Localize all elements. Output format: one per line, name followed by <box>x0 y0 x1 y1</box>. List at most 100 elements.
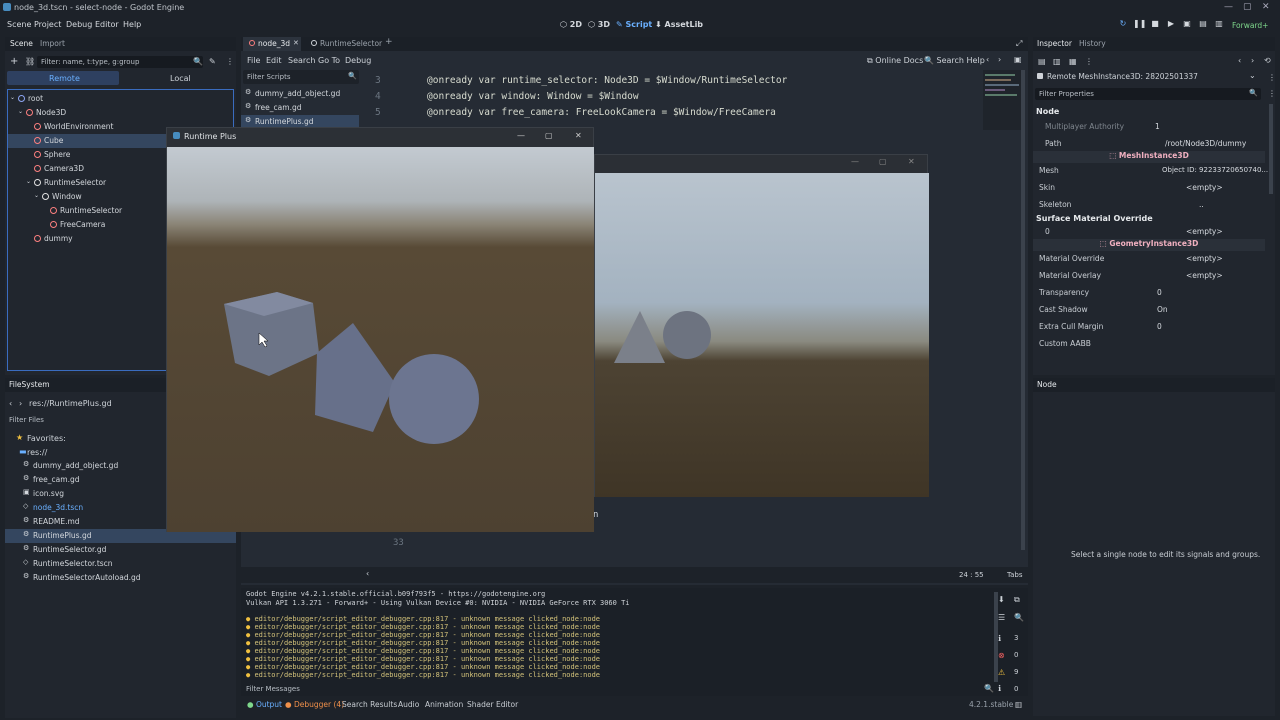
stop-icon[interactable]: ■ <box>1149 19 1161 31</box>
tab-animation[interactable]: Animation <box>425 700 463 709</box>
code-line[interactable]: 3 @onready var runtime_selector: Node3D =… <box>363 73 963 89</box>
inspected-object[interactable]: Remote MeshInstance3D: 28202501337 ⌄ <box>1035 71 1259 84</box>
filesystem-path[interactable]: res://RuntimePlus.gd <box>29 399 112 408</box>
script-menu-file[interactable]: File <box>247 56 260 65</box>
minimize-button[interactable]: — <box>1224 2 1233 12</box>
expand-arrow-icon[interactable]: ⌄ <box>34 192 39 199</box>
play-custom-icon[interactable]: ▣ <box>1181 19 1193 31</box>
workspace-3d-button[interactable]: ⬡ 3D <box>588 20 610 29</box>
tab-search-results[interactable]: Search Results <box>342 700 397 709</box>
prop-mesh[interactable]: Mesh Object ID: 92233720650740... <box>1033 163 1273 180</box>
next-script-icon[interactable]: › <box>998 55 1001 64</box>
geometry-prop-row[interactable]: Transparency 0 <box>1033 285 1273 302</box>
tab-filesystem[interactable]: FileSystem <box>9 380 50 389</box>
code-scrollbar[interactable] <box>1021 70 1025 550</box>
workspace-assetlib-button[interactable]: ⬇ AssetLib <box>655 20 703 29</box>
inspector-back-icon[interactable]: ‹ <box>1238 56 1241 65</box>
game-viewport-back[interactable] <box>595 173 929 497</box>
file-item[interactable]: ⚙ RuntimeSelector.gd <box>5 543 236 557</box>
clear-output-icon[interactable]: ⬇ <box>998 595 1005 604</box>
open-resource-icon[interactable]: ▥ <box>1053 57 1061 66</box>
add-tab-icon[interactable]: + <box>385 37 393 47</box>
toggle-panel-icon[interactable]: ▣ <box>1014 55 1022 64</box>
surface-override-header[interactable]: Surface Material Override <box>1036 214 1153 223</box>
runtime-viewport[interactable] <box>167 147 594 532</box>
remote-tab[interactable]: Remote <box>7 71 119 85</box>
menu-scene[interactable]: Scene <box>7 20 31 29</box>
scene-tree-item[interactable]: ⌄ Node3D <box>8 106 233 120</box>
tab-shader-editor[interactable]: Shader Editor <box>467 700 518 709</box>
local-tab[interactable]: Local <box>170 74 191 83</box>
pause-icon[interactable]: ❚❚ <box>1133 19 1146 31</box>
tab-output[interactable]: ● Output <box>247 700 282 709</box>
menu-dots-icon[interactable]: ⋮ <box>226 57 234 66</box>
back-minimize-icon[interactable]: — <box>851 157 859 166</box>
geometry-prop-row[interactable]: Material Overlay <empty> <box>1033 268 1273 285</box>
back-maximize-icon[interactable]: ▢ <box>879 157 887 166</box>
save-resource-icon[interactable]: ▦ <box>1069 57 1077 66</box>
file-item[interactable]: ⚙ RuntimeSelectorAutoload.gd <box>5 571 236 585</box>
indent-mode[interactable]: Tabs <box>1007 571 1023 579</box>
collapse-icon[interactable]: ‹ <box>366 569 369 578</box>
tab-debugger[interactable]: ● Debugger (4) <box>285 700 344 709</box>
properties-menu-icon[interactable]: ⋮ <box>1268 89 1276 98</box>
tab-runtimeselector[interactable]: RuntimeSelector <box>320 39 382 48</box>
prev-script-icon[interactable]: ‹ <box>986 55 989 64</box>
close-tab-icon[interactable]: ✕ <box>293 39 299 47</box>
close-button[interactable]: ✕ <box>1262 2 1270 12</box>
inspector-settings-icon[interactable]: ⋮ <box>1268 73 1276 82</box>
script-menu-debug[interactable]: Debug <box>345 56 371 65</box>
history-icon[interactable]: ⟲ <box>1264 56 1271 65</box>
copy-output-icon[interactable]: ⧉ <box>1014 595 1020 605</box>
expand-panel-icon[interactable]: ▥ <box>1015 700 1022 709</box>
resource-menu-icon[interactable]: ⋮ <box>1085 57 1093 66</box>
menu-project[interactable]: Project <box>34 20 61 29</box>
tab-scene[interactable]: Scene <box>10 39 33 48</box>
expand-arrow-icon[interactable]: ⌄ <box>10 94 15 101</box>
filter-icon[interactable]: 🔍 <box>1014 613 1024 622</box>
script-list-item[interactable]: ⚙ free_cam.gd <box>241 101 359 115</box>
tab-history[interactable]: History <box>1079 39 1106 48</box>
runtime-maximize-icon[interactable]: ▢ <box>545 131 553 140</box>
file-item[interactable]: ◇ RuntimeSelector.tscn <box>5 557 236 571</box>
workspace-2d-button[interactable]: ⬡ 2D <box>560 20 582 29</box>
prop-skeleton[interactable]: Skeleton.. <box>1033 197 1273 214</box>
maximize-button[interactable]: ▢ <box>1243 2 1252 12</box>
remote-debug-icon[interactable]: ▥ <box>1213 19 1225 31</box>
geometry-prop-row[interactable]: Custom AABB <box>1033 336 1273 353</box>
script-menu-search[interactable]: Search <box>288 56 315 65</box>
tab-audio[interactable]: Audio <box>398 700 419 709</box>
error-icon[interactable]: ⊗ <box>998 651 1005 660</box>
scene-tree-item[interactable]: ⌄ root <box>8 92 233 106</box>
runtime-close-icon[interactable]: ✕ <box>575 131 582 140</box>
tab-node[interactable]: Node <box>1037 380 1057 389</box>
filter-messages-input[interactable]: Filter Messages <box>246 685 300 693</box>
back-icon[interactable]: ‹ <box>9 399 12 408</box>
script-menu-goto[interactable]: Go To <box>318 56 340 65</box>
play-scene-icon[interactable]: ▶ <box>1165 19 1177 31</box>
log-count-icon[interactable]: ℹ <box>998 634 1001 643</box>
prop-skin[interactable]: Skin <empty> <box>1033 180 1273 197</box>
fullscreen-icon[interactable]: ⤢ <box>1016 39 1022 49</box>
prop-multiplayer-authority[interactable]: Multiplayer Authority 1 <box>1033 119 1273 136</box>
code-line[interactable]: 4 @onready var window: Window = $Window <box>363 89 963 105</box>
new-resource-icon[interactable]: ▤ <box>1038 57 1046 66</box>
tab-inspector[interactable]: Inspector <box>1037 39 1072 48</box>
code-line[interactable]: 5 @onready var free_camera: FreeLookCamer… <box>363 105 963 121</box>
renderer-select[interactable]: Forward+ <box>1232 21 1268 30</box>
list-icon[interactable]: ☰ <box>998 613 1005 622</box>
filter-scripts-input[interactable]: Filter Scripts 🔍 <box>243 70 359 84</box>
minimap[interactable] <box>983 70 1023 130</box>
runtime-minimize-icon[interactable]: — <box>517 131 525 140</box>
expand-arrow-icon[interactable]: ⌄ <box>26 178 31 185</box>
reload-icon[interactable]: ↻ <box>1117 19 1129 31</box>
expand-arrow-icon[interactable]: ⌄ <box>18 108 23 115</box>
geometry-prop-row[interactable]: Material Override <empty> <box>1033 251 1273 268</box>
menu-editor[interactable]: Editor <box>95 20 119 29</box>
movie-icon[interactable]: ▤ <box>1197 19 1209 31</box>
tab-node3d[interactable]: node_3d ✕ <box>243 37 301 51</box>
inspector-forward-icon[interactable]: › <box>1251 56 1254 65</box>
back-close-icon[interactable]: ✕ <box>908 157 915 166</box>
geometry-prop-row[interactable]: Cast Shadow On <box>1033 302 1273 319</box>
meshinstance3d-header[interactable]: ⬚ MeshInstance3D <box>1033 151 1265 163</box>
